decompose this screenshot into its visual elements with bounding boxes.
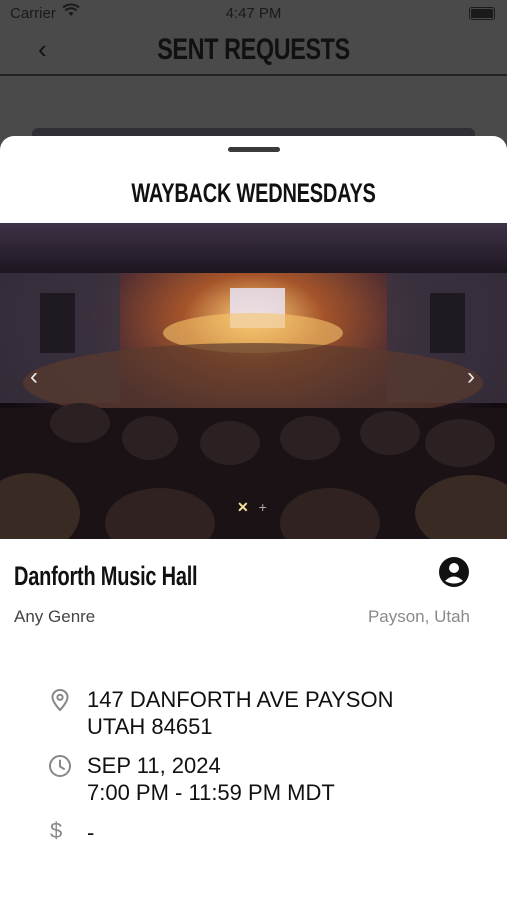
address-line2: UTAH 84651 xyxy=(87,714,213,739)
dollar-icon: $ xyxy=(50,818,63,843)
venue-name: Danforth Music Hall xyxy=(14,561,198,591)
location-pin-icon xyxy=(48,688,72,712)
location-label: Payson, Utah xyxy=(367,607,470,626)
account-circle-icon[interactable] xyxy=(438,556,470,588)
carousel-prev-icon[interactable]: ‹ xyxy=(30,363,38,391)
address-line1: 147 DANFORTH AVE PAYSON xyxy=(87,687,394,712)
battery-icon xyxy=(469,7,495,20)
carousel-next-icon[interactable]: › xyxy=(467,363,475,391)
datetime-text: SEP 11, 2024 7:00 PM - 11:59 PM MDT xyxy=(87,752,335,806)
price-text: - xyxy=(87,820,95,845)
carousel-page-indicator[interactable]: ✕ + xyxy=(237,499,267,516)
venue-photo-carousel[interactable]: ‹ › ✕ + xyxy=(0,223,507,539)
navigation-bar: ‹ SENT REQUESTS xyxy=(0,28,507,76)
sheet-drag-handle[interactable] xyxy=(228,147,280,152)
genre-label: Any Genre xyxy=(14,607,96,626)
carousel-dot[interactable]: + xyxy=(259,499,267,515)
status-time: 4:47 PM xyxy=(225,5,282,22)
event-detail-sheet: WAYBACK WEDNESDAYS ‹ › ✕ + Danforth Musi… xyxy=(0,136,507,900)
page-title: SENT REQUESTS xyxy=(157,33,350,66)
address-text[interactable]: 147 DANFORTH AVE PAYSON UTAH 84651 xyxy=(87,686,393,740)
event-date: SEP 11, 2024 xyxy=(87,753,221,778)
event-time-range: 7:00 PM - 11:59 PM MDT xyxy=(87,780,335,805)
chevron-left-icon[interactable]: ‹ xyxy=(38,34,47,65)
concert-hall-photo xyxy=(0,223,507,539)
status-bar: Carrier 4:47 PM xyxy=(0,0,507,28)
clock-icon xyxy=(48,754,72,778)
carousel-dot-active[interactable]: ✕ xyxy=(237,499,249,515)
event-title: WAYBACK WEDNESDAYS xyxy=(131,178,376,208)
